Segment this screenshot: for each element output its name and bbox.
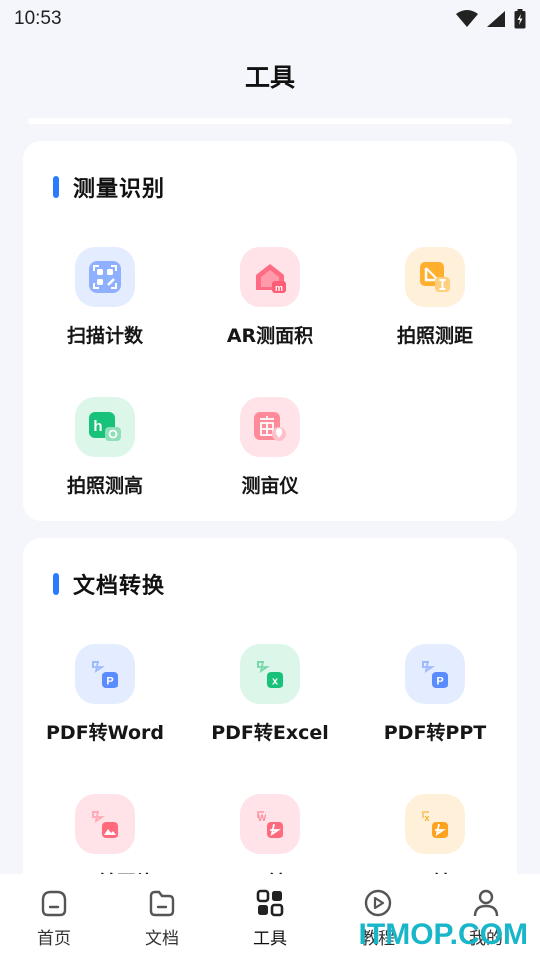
- tool-label: 拍照测距: [396, 325, 473, 347]
- section-title: 测量识别: [73, 177, 166, 202]
- tool-photo-height[interactable]: h 拍照测高: [23, 397, 187, 517]
- play-icon: [364, 889, 392, 917]
- pdf-to-image-icon: [75, 794, 135, 854]
- tab-label: 首页: [37, 929, 71, 949]
- status-icons: [456, 9, 526, 29]
- word-to-pdf-icon: W: [240, 794, 300, 854]
- svg-text:W: W: [258, 813, 267, 823]
- watermark-logo: ITMOP.COM: [358, 918, 528, 951]
- tool-label: 拍照测高: [66, 475, 143, 497]
- user-icon: [473, 889, 499, 917]
- folder-icon: [149, 890, 175, 917]
- page-title: 工具: [244, 63, 295, 92]
- signal-icon: [487, 11, 505, 27]
- battery-icon: [514, 9, 526, 29]
- photo-height-icon: h: [75, 397, 135, 457]
- tab-documents[interactable]: 文档: [108, 874, 216, 960]
- scan-count-icon: [75, 247, 135, 307]
- tool-label: AR测面积: [226, 325, 314, 347]
- tab-tools[interactable]: 工具: [216, 874, 324, 960]
- acre-meter-icon: [240, 397, 300, 457]
- excel-to-pdf-icon: x: [405, 794, 465, 854]
- svg-text:P: P: [106, 676, 113, 688]
- ar-area-icon: m: [240, 247, 300, 307]
- wifi-icon: [456, 10, 478, 27]
- grid-icon: [256, 889, 284, 917]
- section-measure: 测量识别 扫描计数 m AR测面积 拍照测距 h 拍照测高 测亩仪: [23, 141, 517, 521]
- header-divider: [28, 118, 512, 124]
- section-header: 测量识别: [53, 171, 165, 203]
- svg-text:P: P: [436, 676, 443, 688]
- tab-label: 文档: [145, 929, 179, 949]
- svg-text:h: h: [93, 418, 102, 435]
- section-accent-bar: [53, 176, 59, 198]
- tool-ar-area[interactable]: m AR测面积: [188, 247, 352, 367]
- tool-pdf-to-excel[interactable]: x PDF转Excel: [188, 644, 352, 764]
- tool-pdf-to-ppt[interactable]: P PDF转PPT: [353, 644, 517, 764]
- tool-scan-count[interactable]: 扫描计数: [23, 247, 187, 367]
- tool-label: 扫描计数: [66, 325, 143, 347]
- home-icon: [41, 890, 67, 917]
- pdf-to-ppt-icon: P: [405, 644, 465, 704]
- tool-acre-meter[interactable]: 测亩仪: [188, 397, 352, 517]
- tool-label: PDF转Word: [46, 722, 164, 744]
- tab-label: 工具: [253, 929, 287, 949]
- tool-label: 测亩仪: [241, 475, 299, 497]
- tool-label: PDF转Excel: [211, 722, 329, 744]
- section-title: 文档转换: [73, 574, 166, 599]
- section-header: 文档转换: [53, 568, 165, 600]
- tool-pdf-to-word[interactable]: P PDF转Word: [23, 644, 187, 764]
- tool-photo-distance[interactable]: 拍照测距: [353, 247, 517, 367]
- status-time: 10:53: [14, 8, 62, 29]
- section-accent-bar: [53, 573, 59, 595]
- svg-text:x: x: [272, 676, 279, 688]
- svg-text:x: x: [424, 813, 429, 823]
- tool-label: PDF转PPT: [383, 722, 487, 744]
- status-bar: 10:53: [0, 0, 540, 38]
- svg-text:m: m: [275, 283, 283, 293]
- tab-home[interactable]: 首页: [0, 874, 108, 960]
- pdf-to-word-icon: P: [75, 644, 135, 704]
- pdf-to-excel-icon: x: [240, 644, 300, 704]
- photo-distance-icon: [405, 247, 465, 307]
